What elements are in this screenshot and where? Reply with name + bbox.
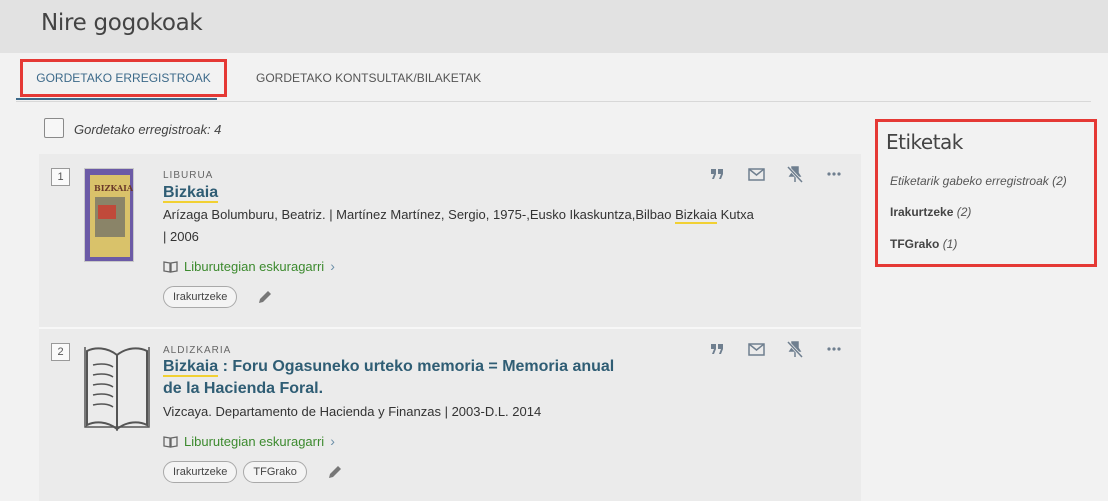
record-card: 1 BIZKAIA LIBURUA Bizkaia Arízaga Bolumb… — [39, 154, 861, 327]
label-filter-untagged[interactable]: Etiketarik gabeko erregistroak (2) — [890, 174, 1067, 188]
book-open-icon — [163, 435, 178, 448]
more-icon[interactable] — [824, 339, 844, 359]
tag-chip[interactable]: TFGrako — [243, 461, 307, 483]
record-number: 1 — [51, 168, 70, 186]
chevron-right-icon: › — [330, 258, 335, 274]
active-tab-underline — [16, 98, 217, 100]
page-header: Nire gogokoak — [0, 0, 1108, 53]
label-filter-tfgrako[interactable]: TFGrako (1) — [890, 237, 957, 251]
availability-link[interactable]: Liburutegian eskuragarri › — [163, 258, 335, 274]
tab-bar: GORDETAKO ERREGISTROAK GORDETAKO KONTSUL… — [16, 56, 1091, 102]
record-type: LIBURUA — [163, 170, 214, 181]
more-icon[interactable] — [824, 164, 844, 184]
record-card: 2 ALDIZKARIA Bizkaia : Foru Ogasuneko ur… — [39, 329, 861, 501]
tag-chip[interactable]: Irakurtzeke — [163, 286, 238, 308]
quote-icon[interactable] — [707, 339, 727, 359]
record-metadata: Vizcaya. Departamento de Hacienda y Fina… — [163, 404, 542, 419]
label-filter-irakurtzeke[interactable]: Irakurtzeke (2) — [890, 205, 971, 219]
select-all-checkbox[interactable] — [44, 118, 64, 138]
record-title[interactable]: Bizkaia : Foru Ogasuneko urteko memoria … — [163, 356, 614, 400]
saved-records-count: Gordetako erregistroak: 4 — [74, 122, 222, 137]
labels-title: Etiketak — [886, 130, 963, 154]
record-tags: Irakurtzeke TFGrako — [163, 461, 343, 483]
envelope-icon[interactable] — [746, 164, 766, 184]
book-cover-thumbnail[interactable]: BIZKAIA — [84, 168, 134, 262]
record-title[interactable]: Bizkaia — [163, 182, 219, 204]
unpin-icon[interactable] — [785, 339, 805, 359]
record-metadata: Arízaga Bolumburu, Beatriz. | Martínez M… — [163, 207, 754, 244]
tag-chip[interactable]: Irakurtzeke — [163, 461, 238, 483]
record-actions — [707, 164, 844, 184]
tab-saved-records[interactable]: GORDETAKO ERREGISTROAK — [20, 59, 227, 97]
labels-panel: Etiketak Etiketarik gabeko erregistroak … — [875, 119, 1097, 267]
availability-link[interactable]: Liburutegian eskuragarri › — [163, 433, 335, 449]
cover-title-text: BIZKAIA — [94, 183, 134, 193]
record-actions — [707, 339, 844, 359]
unpin-icon[interactable] — [785, 164, 805, 184]
envelope-icon[interactable] — [746, 339, 766, 359]
open-book-icon[interactable] — [83, 341, 151, 433]
pencil-icon[interactable] — [257, 289, 273, 305]
page-title: Nire gogokoak — [41, 10, 203, 36]
tab-saved-queries[interactable]: GORDETAKO KONTSULTAK/BILAKETAK — [256, 59, 481, 97]
record-number: 2 — [51, 343, 70, 361]
record-type: ALDIZKARIA — [163, 345, 232, 356]
quote-icon[interactable] — [707, 164, 727, 184]
pencil-icon[interactable] — [327, 464, 343, 480]
record-tags: Irakurtzeke — [163, 286, 273, 308]
book-open-icon — [163, 260, 178, 273]
chevron-right-icon: › — [330, 433, 335, 449]
